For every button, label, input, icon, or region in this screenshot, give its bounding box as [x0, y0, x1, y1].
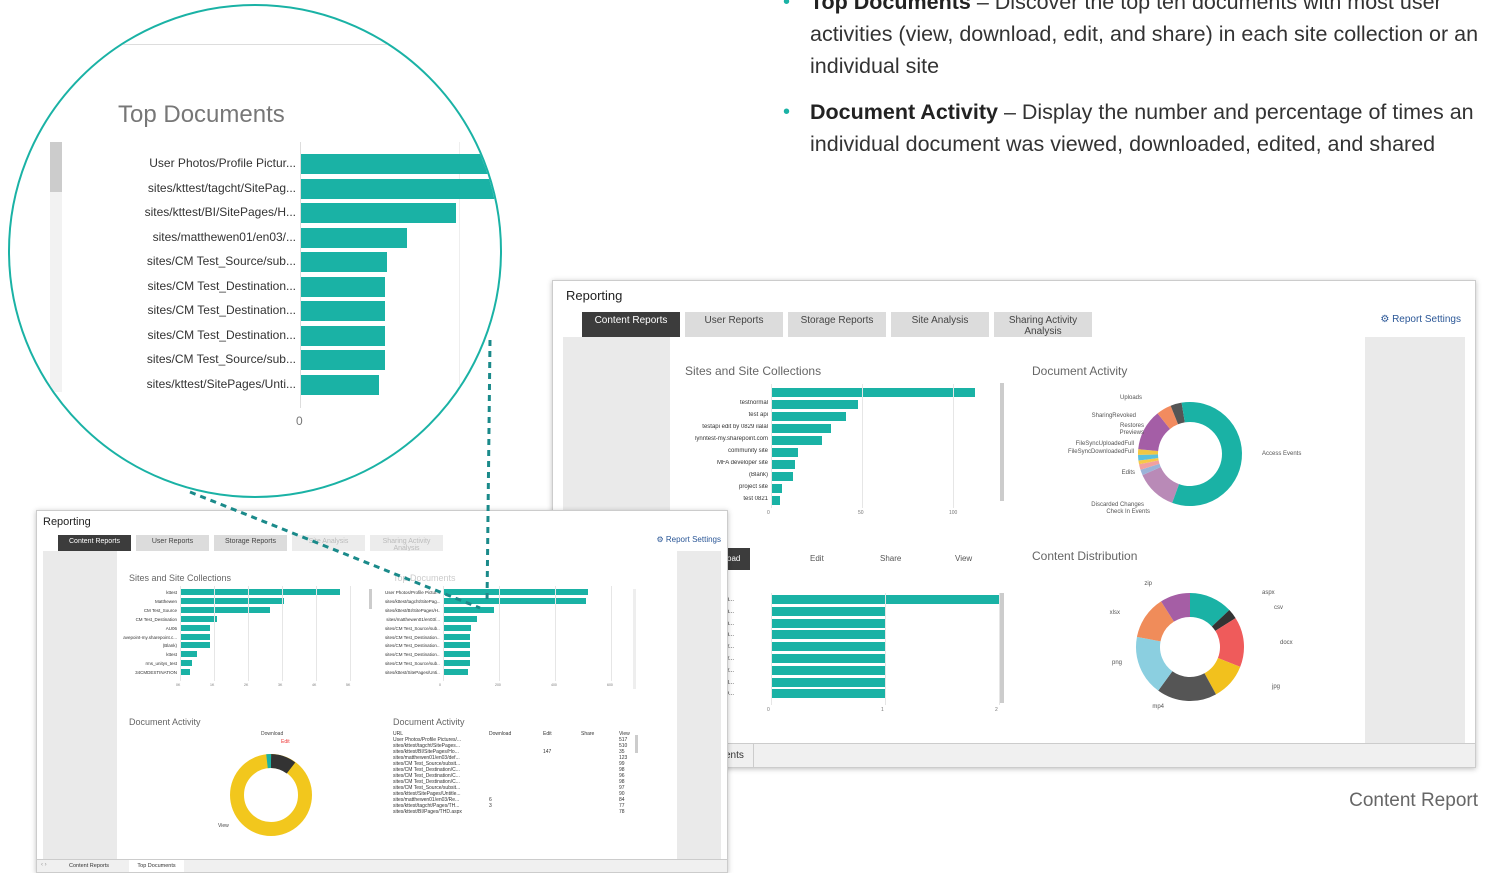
bar: [301, 350, 385, 370]
bar-label: sites/kttest/tagcht/SitePag...: [70, 181, 296, 195]
bar-label: User Photos/Profile Pictur...: [70, 156, 296, 170]
zoom-axis-tick: 0: [296, 414, 303, 428]
bar: [301, 252, 387, 272]
connector-line: [190, 492, 480, 608]
bar: [301, 203, 456, 223]
bar: [301, 301, 385, 321]
bar-label: sites/kttest/BI/SitePages/H...: [70, 205, 296, 219]
zoom-scrollbar-track: [50, 192, 62, 392]
bar: [301, 375, 379, 395]
bar: [301, 179, 502, 199]
zoom-scrollbar[interactable]: [50, 142, 62, 192]
zoom-magnifier: Top Documents User Photos/Profile Pictur…: [8, 4, 502, 498]
bar-label: sites/CM Test_Source/sub...: [70, 254, 296, 268]
bar-label: sites/CM Test_Destination...: [70, 328, 296, 342]
connector-line: [487, 340, 490, 604]
zoom-chart-title: Top Documents: [118, 101, 285, 129]
bar: [301, 154, 502, 174]
divider: [10, 44, 500, 45]
bar-label: sites/CM Test_Source/sub...: [70, 352, 296, 366]
bar-label: sites/kttest/SitePages/Unti...: [70, 377, 296, 391]
bar-label: sites/CM Test_Destination...: [70, 279, 296, 293]
bar: [301, 228, 407, 248]
bar-label: sites/matthewen01/en03/...: [70, 230, 296, 244]
bar-label: sites/CM Test_Destination...: [70, 303, 296, 317]
bar: [301, 277, 385, 297]
bar: [301, 326, 385, 346]
